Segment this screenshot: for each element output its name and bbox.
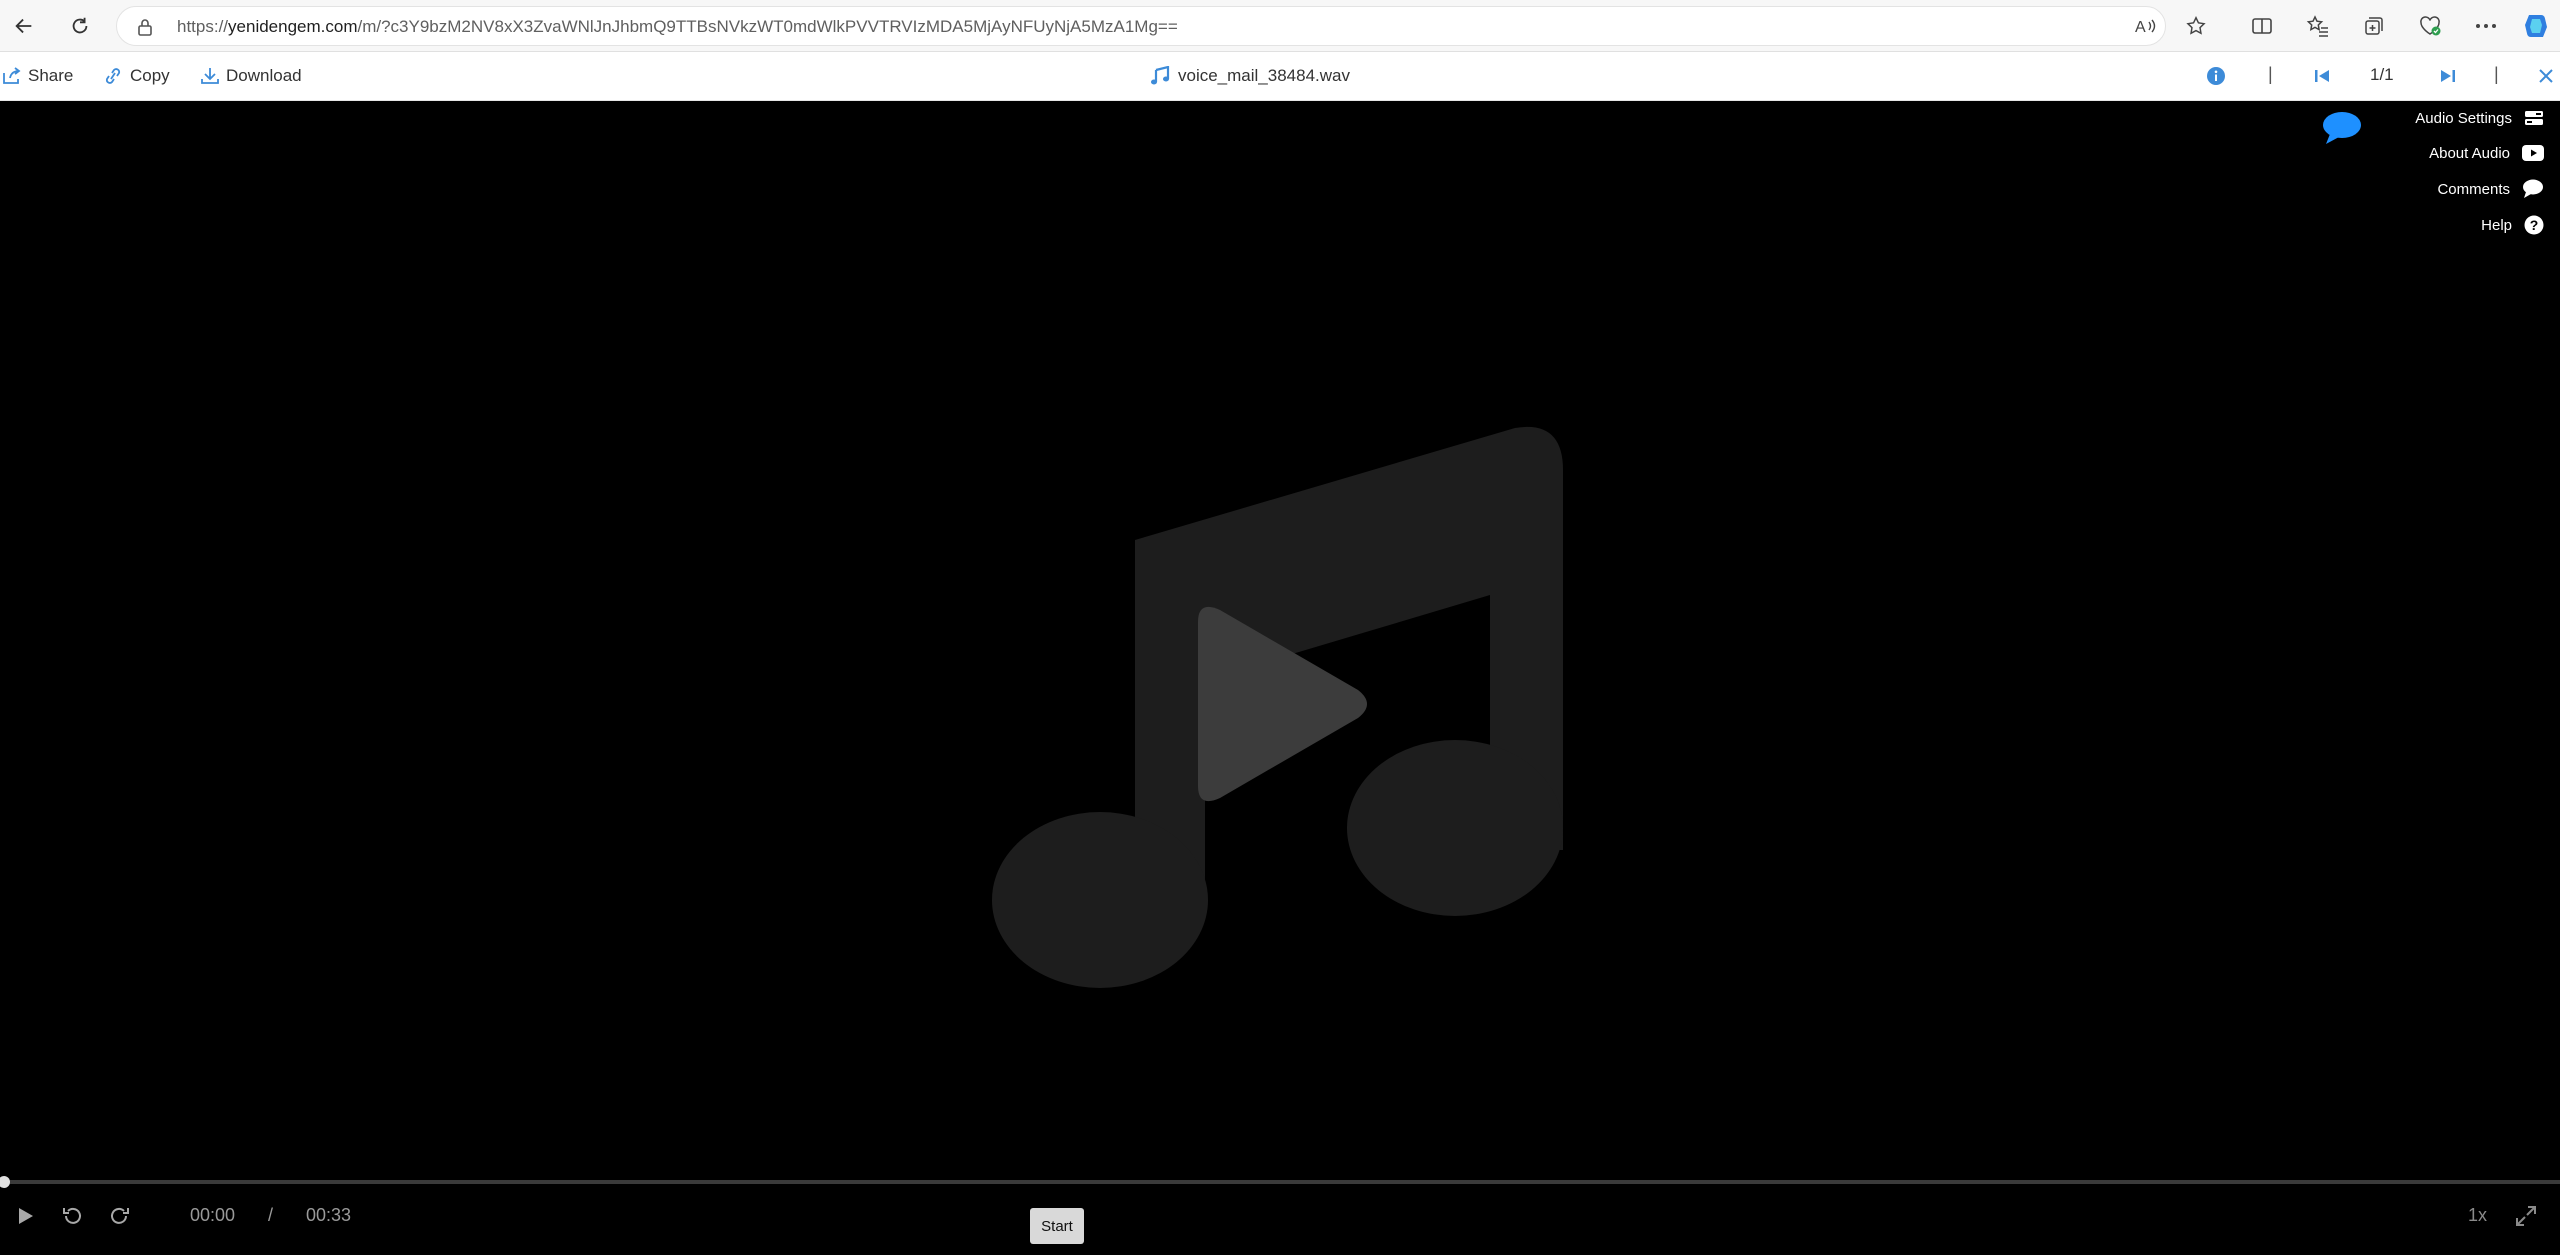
chat-button[interactable] (2322, 110, 2362, 151)
more-dots-icon (2476, 24, 2496, 28)
audio-settings-label: Audio Settings (2415, 109, 2512, 127)
download-label: Download (226, 66, 302, 85)
help-label: Help (2481, 216, 2512, 234)
page-count: 1/1 (2370, 65, 2394, 84)
help-item[interactable]: Help ? (2481, 214, 2544, 236)
big-play-button[interactable] (1190, 600, 1370, 813)
favorites-list-icon (2306, 15, 2328, 37)
chat-bubble-icon (2323, 112, 2361, 144)
forward-button[interactable] (106, 1202, 134, 1230)
copy-label: Copy (130, 66, 170, 85)
copy-button[interactable]: Copy (102, 62, 170, 90)
playback-speed[interactable]: 1x (2468, 1205, 2487, 1226)
youtube-icon (2522, 145, 2544, 161)
close-button[interactable] (2538, 62, 2554, 90)
comments-item[interactable]: Comments (2437, 178, 2544, 200)
rewind-icon (63, 1207, 81, 1224)
star-icon (2186, 16, 2206, 35)
play-icon (1198, 606, 1367, 802)
favorite-button[interactable] (2182, 12, 2210, 40)
svg-text:A: A (2135, 19, 2146, 36)
heart-pulse-icon (2420, 16, 2441, 36)
refresh-button[interactable] (64, 10, 96, 42)
info-icon (2207, 67, 2225, 85)
duration: 00:33 (306, 1205, 352, 1225)
current-time: 00:00 (190, 1205, 236, 1225)
about-audio-item[interactable]: About Audio (2429, 142, 2544, 164)
start-button[interactable]: Start (1030, 1208, 1084, 1244)
close-icon (2539, 69, 2553, 83)
fullscreen-button[interactable] (2512, 1202, 2540, 1230)
lock-icon (138, 19, 152, 36)
download-button[interactable]: Download (200, 62, 302, 90)
file-name: voice_mail_38484.wav (1178, 66, 1350, 85)
link-icon (105, 68, 121, 84)
read-aloud-button[interactable]: A (2132, 12, 2160, 40)
share-button[interactable]: Share (2, 62, 73, 90)
play-icon (19, 1208, 33, 1224)
forward-icon (111, 1207, 129, 1224)
read-aloud-icon: A (2135, 19, 2156, 36)
split-screen-button[interactable] (2248, 12, 2276, 40)
comment-icon (2523, 179, 2543, 198)
time-separator: / (268, 1205, 274, 1225)
comments-label: Comments (2437, 180, 2510, 198)
url-text: https://yenidengem.com/m/?c3Y9bzM2NV8xX3… (177, 17, 1178, 36)
about-audio-label: About Audio (2429, 144, 2510, 162)
split-screen-icon (2252, 18, 2272, 34)
help-icon: ? (2524, 215, 2544, 235)
separator: | (2494, 64, 2499, 84)
rewind-button[interactable] (58, 1202, 86, 1230)
audio-settings-item[interactable]: Audio Settings (2415, 107, 2544, 129)
browser-essentials-button[interactable] (2416, 12, 2444, 40)
copilot-icon (2525, 15, 2547, 37)
music-note-icon (1151, 66, 1170, 85)
collections-icon (2365, 17, 2383, 35)
refresh-icon (72, 17, 88, 34)
file-title: voice_mail_38484.wav (1150, 63, 1350, 89)
collections-button[interactable] (2360, 12, 2388, 40)
download-icon (201, 68, 219, 84)
info-button[interactable] (2206, 62, 2226, 90)
share-icon (3, 67, 21, 84)
play-button[interactable] (12, 1202, 40, 1230)
address-bar[interactable]: https://yenidengem.com/m/?c3Y9bzM2NV8xX3… (116, 6, 2166, 46)
favorites-button[interactable] (2304, 12, 2332, 40)
back-button[interactable] (8, 10, 40, 42)
skip-first-icon (2315, 70, 2329, 82)
fullscreen-icon (2516, 1206, 2536, 1226)
first-page-button[interactable] (2314, 62, 2330, 90)
more-button[interactable] (2472, 12, 2500, 40)
svg-text:?: ? (2530, 217, 2539, 233)
settings-toggle-icon (2525, 111, 2543, 125)
browser-toolbar: https://yenidengem.com/m/?c3Y9bzM2NV8xX3… (0, 0, 2560, 52)
back-arrow-icon (15, 18, 32, 34)
share-label: Share (28, 66, 74, 85)
last-page-button[interactable] (2440, 62, 2456, 90)
separator: | (2268, 64, 2273, 84)
copilot-button[interactable] (2522, 12, 2550, 40)
progress-bar[interactable] (0, 1176, 2560, 1188)
skip-last-icon (2441, 70, 2455, 82)
